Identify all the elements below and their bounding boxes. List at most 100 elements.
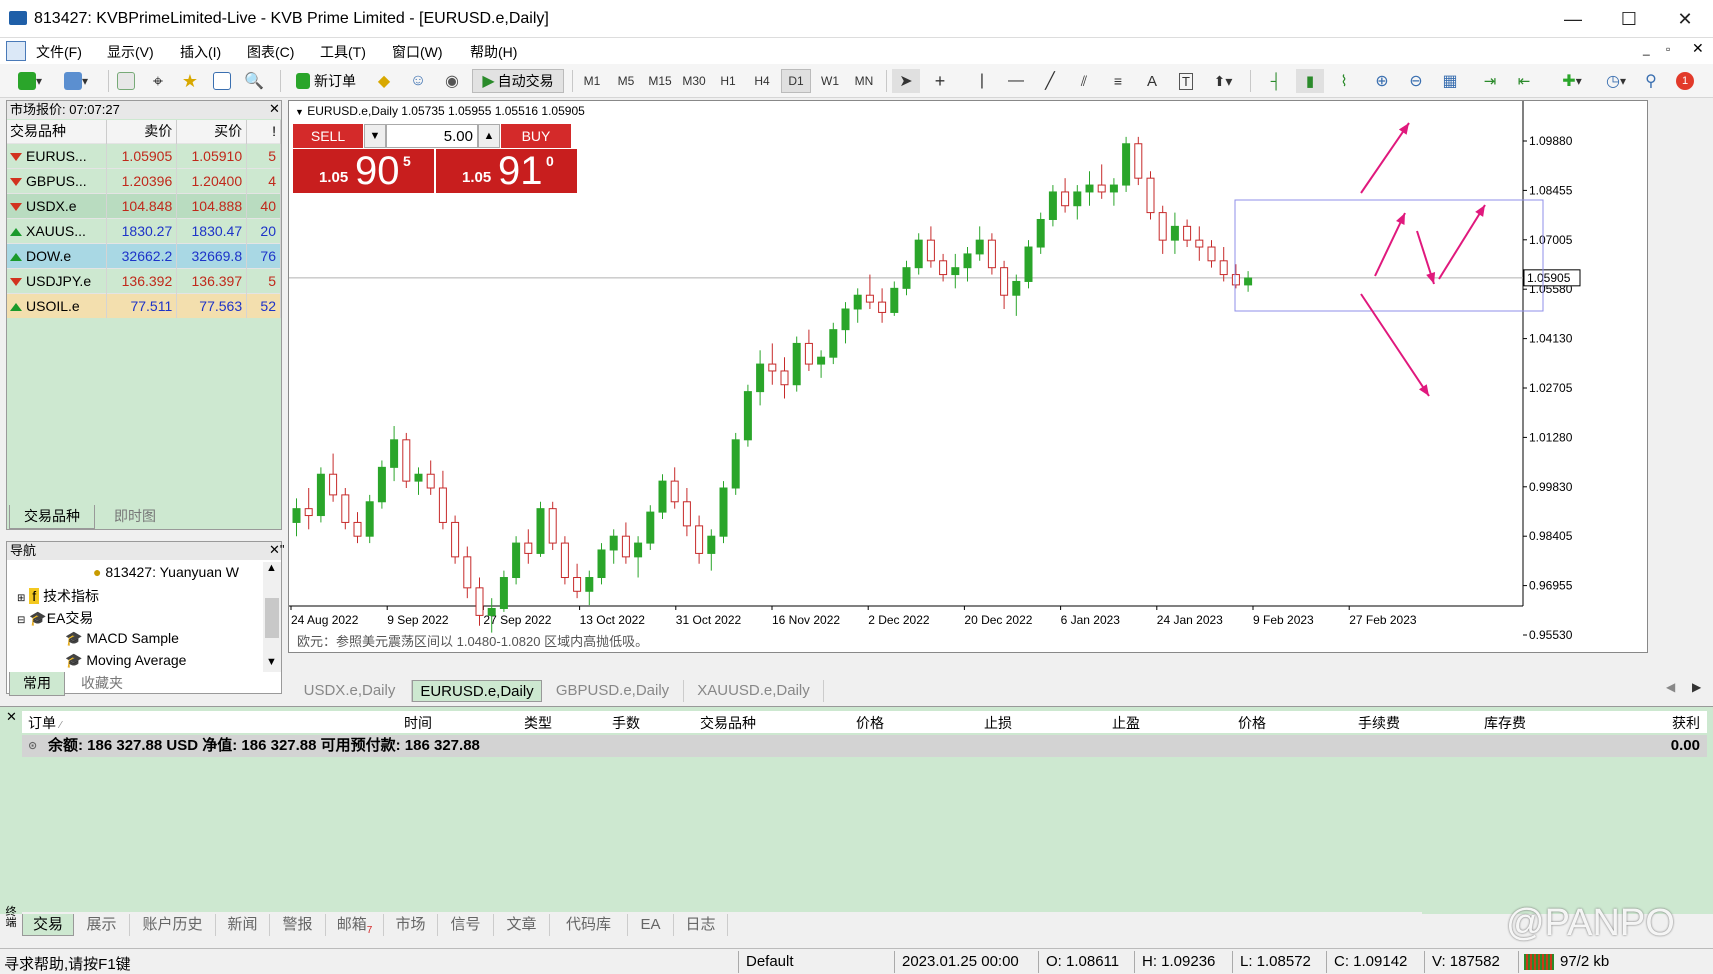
market-row[interactable]: USDX.e 104.848 104.888 40 [7, 192, 281, 218]
fibonacci-tool[interactable]: ≡ [1104, 69, 1132, 93]
new-chart-button[interactable]: ▾ [10, 69, 50, 93]
tab-common[interactable]: 常用 [9, 672, 65, 696]
col-symbol[interactable]: 交易品种 [7, 120, 108, 143]
channel-tool[interactable]: ⫽ [1070, 69, 1098, 93]
zoom-in-button[interactable]: ⊕ [1368, 69, 1396, 93]
chart-tab-usdx[interactable]: USDX.e,Daily [288, 680, 412, 702]
menu-help[interactable]: 帮助(H) [470, 42, 517, 62]
col-symbol[interactable]: 交易品种 [652, 713, 756, 733]
tab-articles[interactable]: 文章 [494, 914, 550, 936]
tab-mailbox[interactable]: 邮箱7 [326, 914, 384, 936]
col-bid[interactable]: 卖价 [106, 120, 178, 143]
tab-journal[interactable]: 日志 [674, 914, 728, 936]
lot-input[interactable] [386, 124, 478, 148]
nav-item-indicators[interactable]: ⊞ f 技术指标 [17, 586, 99, 606]
market-row[interactable]: GBPUS... 1.20396 1.20400 4 [7, 167, 281, 193]
signals-button[interactable]: ◉ [438, 69, 466, 93]
new-order-button[interactable]: 新订单 [288, 69, 364, 93]
col-price[interactable]: 价格 [768, 713, 884, 733]
menu-insert[interactable]: 插入(I) [180, 42, 221, 62]
timeframe-m15[interactable]: M15 [645, 69, 675, 93]
tab-experts[interactable]: EA [628, 914, 674, 936]
minimize-button[interactable]: — [1545, 0, 1601, 38]
buy-button[interactable]: BUY [501, 124, 571, 148]
timeframe-d1[interactable]: D1 [781, 69, 811, 93]
terminal-close[interactable]: ✕ [6, 709, 17, 725]
col-profit[interactable]: 获利 [1540, 713, 1700, 733]
vertical-line-tool[interactable]: | [968, 69, 996, 93]
timeframe-m30[interactable]: M30 [679, 69, 709, 93]
sell-price[interactable]: 1.05 90 5 [293, 149, 434, 193]
col-tp[interactable]: 止盈 [1022, 713, 1140, 733]
col-spread[interactable]: ! [246, 120, 281, 143]
mdi-restore-button[interactable]: ▫ [1666, 42, 1670, 56]
trendline-tool[interactable]: ╱ [1036, 69, 1064, 93]
navigator-scrollbar[interactable]: ▲ ▼ [263, 562, 281, 672]
text-tool[interactable]: A [1138, 69, 1166, 93]
timeframe-m5[interactable]: M5 [611, 69, 641, 93]
market-watch-close[interactable]: ✕ [269, 101, 280, 117]
close-button[interactable]: ✕ [1657, 0, 1713, 38]
tab-tick-chart[interactable]: 即时图 [97, 505, 173, 529]
horizontal-line-tool[interactable]: — [1002, 69, 1030, 93]
col-sl[interactable]: 止损 [896, 713, 1012, 733]
market-row[interactable]: DOW.e 32662.2 32669.8 76 [7, 242, 281, 268]
shapes-tool[interactable]: ⬆▾ [1206, 69, 1240, 93]
line-chart-button[interactable]: ⌇ [1330, 69, 1358, 93]
col-current-price[interactable]: 价格 [1150, 713, 1266, 733]
menu-chart[interactable]: 图表(C) [247, 42, 294, 62]
tab-code-base[interactable]: 代码库 [550, 914, 628, 936]
navigator-button[interactable]: ★ [176, 69, 204, 93]
periods-button[interactable]: ◷ ▾ [1598, 69, 1634, 93]
tab-trade[interactable]: 交易 [22, 914, 74, 936]
bar-chart-button[interactable]: ┤ [1262, 69, 1290, 93]
terminal-button[interactable] [208, 69, 236, 93]
nav-item-account[interactable]: ● 813427: Yuanyuan W [93, 564, 267, 580]
lot-increase[interactable]: ▲ [478, 124, 500, 148]
chart-window[interactable]: 1.09880 1.08455 1.07005 1.05580 1.04130 1.027… [288, 100, 1648, 653]
tab-scroll-left[interactable]: ◀ [1666, 680, 1675, 694]
tab-signals[interactable]: 信号 [438, 914, 494, 936]
indicators-button[interactable]: ✚ ▾ [1552, 69, 1592, 93]
col-volume[interactable]: 手数 [562, 713, 640, 733]
mdi-minimize-button[interactable]: _ [1643, 42, 1650, 56]
metaeditor-button[interactable]: ◆ [370, 69, 398, 93]
cursor-tool[interactable]: ➤ [892, 69, 920, 93]
menu-view[interactable]: 显示(V) [107, 42, 154, 62]
tab-account-history[interactable]: 账户历史 [130, 914, 216, 936]
col-time[interactable]: 时间 [322, 713, 432, 733]
timeframe-w1[interactable]: W1 [815, 69, 845, 93]
community-button[interactable]: ☺ [404, 69, 432, 93]
auto-trading-button[interactable]: ▶ 自动交易 [472, 69, 564, 93]
zoom-out-button[interactable]: ⊖ [1402, 69, 1430, 93]
navigator-close[interactable]: ✕" [269, 542, 285, 558]
tab-market[interactable]: 市场 [384, 914, 438, 936]
tester-button[interactable]: 🔍 [240, 69, 268, 93]
timeframe-mn[interactable]: MN [849, 69, 879, 93]
autoscroll-button[interactable]: ⇤ [1510, 69, 1538, 93]
profiles-button[interactable]: ▾ [56, 69, 96, 93]
maximize-button[interactable]: ☐ [1601, 0, 1657, 38]
sell-button[interactable]: SELL [293, 124, 363, 148]
mdi-close-button[interactable]: ✕ [1692, 40, 1704, 57]
label-tool[interactable]: T [1172, 69, 1200, 93]
tab-news[interactable]: 新闻 [216, 914, 270, 936]
market-row[interactable]: EURUS... 1.05905 1.05910 5 [7, 142, 281, 168]
tile-windows-button[interactable]: ▦ [1436, 69, 1464, 93]
chart-tab-gbpusd[interactable]: GBPUSD.e,Daily [542, 680, 684, 702]
market-row[interactable]: XAUUS... 1830.27 1830.47 20 [7, 217, 281, 243]
col-type[interactable]: 类型 [442, 713, 552, 733]
timeframe-h1[interactable]: H1 [713, 69, 743, 93]
nav-item-macd[interactable]: 🎓 MACD Sample [65, 630, 179, 647]
nav-item-experts[interactable]: ⊟ 🎓EA交易 [17, 608, 93, 628]
candle-chart-button[interactable]: ▮ [1296, 69, 1324, 93]
lot-decrease[interactable]: ▼ [364, 124, 386, 148]
col-commission[interactable]: 手续费 [1276, 713, 1400, 733]
notifications-button[interactable]: 1 [1670, 69, 1700, 93]
timeframe-h4[interactable]: H4 [747, 69, 777, 93]
buy-price[interactable]: 1.05 91 0 [436, 149, 577, 193]
col-ask[interactable]: 买价 [176, 120, 248, 143]
col-order[interactable]: 订单 ⁄ [28, 713, 62, 733]
market-row[interactable]: USDJPY.e 136.392 136.397 5 [7, 267, 281, 293]
search-button[interactable]: ⚲ [1638, 69, 1664, 93]
